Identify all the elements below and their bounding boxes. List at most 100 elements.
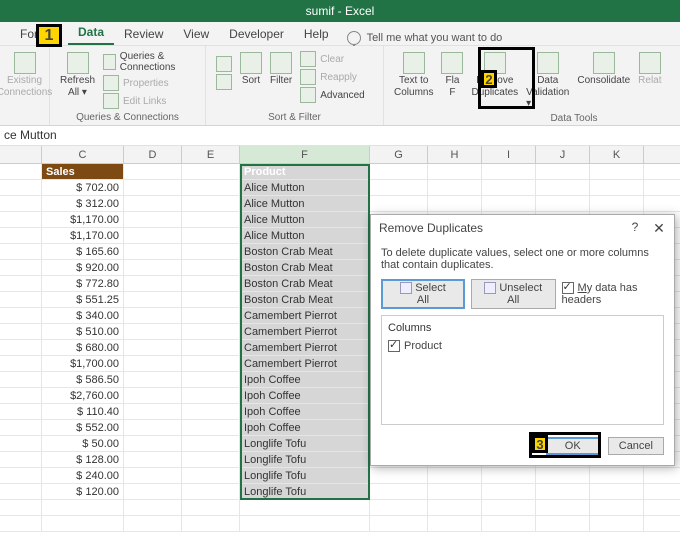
dialog-help-button[interactable]: ? xyxy=(628,220,642,237)
flash-fill-button[interactable]: Fla F xyxy=(437,50,467,111)
cell[interactable] xyxy=(590,484,644,499)
cell[interactable] xyxy=(482,196,536,211)
cell[interactable] xyxy=(124,164,182,179)
cell[interactable] xyxy=(124,244,182,259)
product-cell[interactable]: Longlife Tofu xyxy=(240,484,370,499)
cell[interactable] xyxy=(182,500,240,515)
product-cell[interactable]: Boston Crab Meat xyxy=(240,292,370,307)
sales-cell[interactable]: $ 110.40 xyxy=(42,404,124,419)
product-cell[interactable]: Longlife Tofu xyxy=(240,436,370,451)
sales-cell[interactable]: $2,760.00 xyxy=(42,388,124,403)
sales-cell[interactable]: $ 551.25 xyxy=(42,292,124,307)
product-cell[interactable]: Camembert Pierrot xyxy=(240,356,370,371)
cell[interactable] xyxy=(182,340,240,355)
cell[interactable] xyxy=(590,196,644,211)
cell[interactable] xyxy=(370,484,428,499)
column-product-checkbox[interactable]: Product xyxy=(388,340,657,352)
cell[interactable] xyxy=(124,324,182,339)
product-cell[interactable]: Ipoh Coffee xyxy=(240,388,370,403)
cell[interactable] xyxy=(182,228,240,243)
cell[interactable] xyxy=(590,500,644,515)
cell[interactable] xyxy=(182,436,240,451)
cell[interactable] xyxy=(428,500,482,515)
col-header-H[interactable]: H xyxy=(428,146,482,163)
cell[interactable] xyxy=(428,164,482,179)
cell[interactable] xyxy=(536,516,590,531)
cell[interactable] xyxy=(182,212,240,227)
cell[interactable] xyxy=(124,516,182,531)
cell[interactable] xyxy=(370,164,428,179)
col-header-J[interactable]: J xyxy=(536,146,590,163)
cell[interactable] xyxy=(428,468,482,483)
filter-button[interactable]: Filter xyxy=(266,50,296,88)
product-cell[interactable]: Boston Crab Meat xyxy=(240,260,370,275)
cell[interactable] xyxy=(428,516,482,531)
product-cell[interactable]: Camembert Pierrot xyxy=(240,308,370,323)
sales-cell[interactable]: $ 552.00 xyxy=(42,420,124,435)
sales-cell[interactable]: $1,170.00 xyxy=(42,228,124,243)
cell[interactable] xyxy=(482,516,536,531)
sales-cell[interactable]: $ 50.00 xyxy=(42,436,124,451)
reapply-button[interactable]: Reapply xyxy=(300,68,364,86)
cell[interactable] xyxy=(124,468,182,483)
product-cell[interactable]: Camembert Pierrot xyxy=(240,340,370,355)
sales-cell[interactable]: $ 680.00 xyxy=(42,340,124,355)
cell[interactable] xyxy=(124,356,182,371)
cell[interactable] xyxy=(182,388,240,403)
sales-cell[interactable]: $ 165.60 xyxy=(42,244,124,259)
cell[interactable] xyxy=(124,308,182,323)
cell[interactable] xyxy=(370,196,428,211)
sort-az-button[interactable] xyxy=(212,50,236,92)
cell[interactable] xyxy=(182,164,240,179)
cell[interactable] xyxy=(370,500,428,515)
properties-button[interactable]: Properties xyxy=(103,74,199,92)
cell[interactable] xyxy=(182,308,240,323)
queries-connections-button[interactable]: Queries & Connections xyxy=(103,50,199,74)
cell[interactable] xyxy=(536,468,590,483)
col-header-C[interactable]: C xyxy=(42,146,124,163)
sales-cell[interactable]: $1,170.00 xyxy=(42,212,124,227)
cell[interactable] xyxy=(370,180,428,195)
cell[interactable] xyxy=(482,164,536,179)
unselect-all-button[interactable]: Unselect All xyxy=(471,279,556,309)
edit-links-button[interactable]: Edit Links xyxy=(103,92,199,110)
cell[interactable] xyxy=(124,484,182,499)
cell[interactable] xyxy=(124,420,182,435)
cell[interactable] xyxy=(124,212,182,227)
relationships-button[interactable]: Relat xyxy=(634,50,665,111)
cell[interactable] xyxy=(428,196,482,211)
product-cell[interactable]: Alice Mutton xyxy=(240,180,370,195)
cell[interactable] xyxy=(182,356,240,371)
col-header-D[interactable]: D xyxy=(124,146,182,163)
cell[interactable] xyxy=(124,404,182,419)
formula-bar[interactable]: ce Mutton xyxy=(0,126,680,146)
sales-cell[interactable]: $ 240.00 xyxy=(42,468,124,483)
sales-cell[interactable]: $ 920.00 xyxy=(42,260,124,275)
cell[interactable] xyxy=(482,468,536,483)
sales-cell[interactable]: $ 772.80 xyxy=(42,276,124,291)
cell[interactable] xyxy=(536,500,590,515)
cell[interactable] xyxy=(428,484,482,499)
cell[interactable] xyxy=(182,468,240,483)
product-cell[interactable]: Boston Crab Meat xyxy=(240,276,370,291)
cancel-button[interactable]: Cancel xyxy=(608,437,664,455)
cell[interactable] xyxy=(42,500,124,515)
advanced-button[interactable]: Advanced xyxy=(300,86,364,104)
cell[interactable] xyxy=(240,500,370,515)
sales-cell[interactable]: $ 510.00 xyxy=(42,324,124,339)
cell[interactable] xyxy=(182,276,240,291)
cell[interactable] xyxy=(370,468,428,483)
cell[interactable] xyxy=(124,180,182,195)
clear-button[interactable]: Clear xyxy=(300,50,364,68)
cell[interactable] xyxy=(42,516,124,531)
cell[interactable] xyxy=(182,516,240,531)
refresh-all-button[interactable]: Refresh All ▾ xyxy=(56,50,99,110)
cell[interactable] xyxy=(370,516,428,531)
cell[interactable] xyxy=(182,196,240,211)
cell[interactable] xyxy=(182,372,240,387)
sort-button[interactable]: Sort xyxy=(236,50,266,88)
product-cell[interactable]: Alice Mutton xyxy=(240,212,370,227)
cell[interactable] xyxy=(590,164,644,179)
col-header-G[interactable]: G xyxy=(370,146,428,163)
dialog-close-button[interactable]: ✕ xyxy=(652,220,666,237)
